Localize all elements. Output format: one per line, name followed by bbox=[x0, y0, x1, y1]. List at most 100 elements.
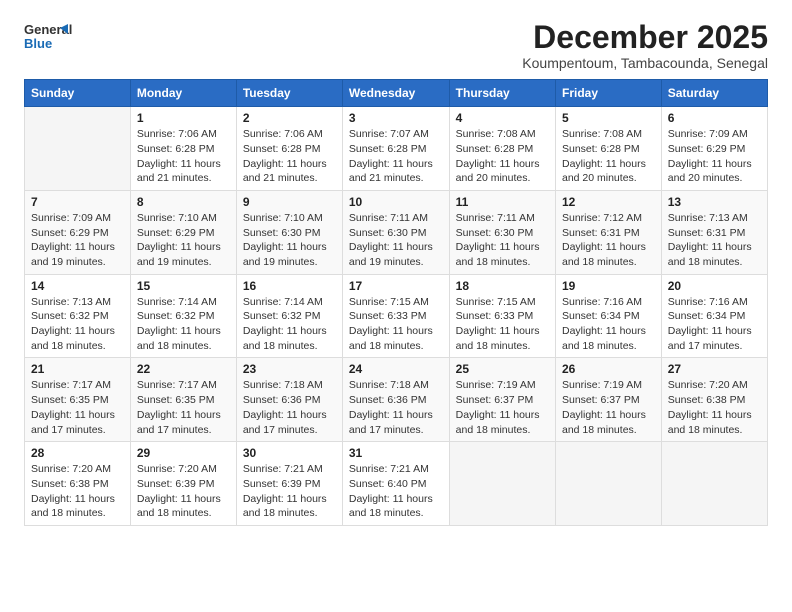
day-number: 26 bbox=[562, 362, 655, 376]
day-info: Sunrise: 7:21 AMSunset: 6:39 PMDaylight:… bbox=[243, 462, 336, 521]
day-number: 20 bbox=[668, 279, 761, 293]
day-cell: 5 Sunrise: 7:08 AMSunset: 6:28 PMDaylight… bbox=[555, 107, 661, 191]
day-cell bbox=[25, 107, 131, 191]
day-cell: 28 Sunrise: 7:20 AMSunset: 6:38 PMDayligh… bbox=[25, 442, 131, 526]
col-header-wednesday: Wednesday bbox=[342, 80, 449, 107]
calendar-table: SundayMondayTuesdayWednesdayThursdayFrid… bbox=[24, 79, 768, 526]
day-cell bbox=[449, 442, 555, 526]
day-number: 1 bbox=[137, 111, 230, 125]
day-info: Sunrise: 7:18 AMSunset: 6:36 PMDaylight:… bbox=[349, 378, 443, 437]
day-info: Sunrise: 7:18 AMSunset: 6:36 PMDaylight:… bbox=[243, 378, 336, 437]
day-cell: 4Sunrise: 7:08 AMSunset: 6:28 PMDaylight… bbox=[449, 107, 555, 191]
col-header-sunday: Sunday bbox=[25, 80, 131, 107]
day-number: 15 bbox=[137, 279, 230, 293]
location: Koumpentoum, Tambacounda, Senegal bbox=[522, 55, 768, 71]
day-cell: 23 Sunrise: 7:18 AMSunset: 6:36 PMDayligh… bbox=[236, 358, 342, 442]
day-info: Sunrise: 7:11 AMSunset: 6:30 PMDaylight:… bbox=[349, 211, 443, 270]
day-info: Sunrise: 7:14 AMSunset: 6:32 PMDaylight:… bbox=[243, 295, 336, 354]
week-row-4: 21 Sunrise: 7:17 AMSunset: 6:35 PMDayligh… bbox=[25, 358, 768, 442]
day-number: 27 bbox=[668, 362, 761, 376]
day-info: Sunrise: 7:20 AMSunset: 6:39 PMDaylight:… bbox=[137, 462, 230, 521]
col-header-saturday: Saturday bbox=[661, 80, 767, 107]
day-cell: 30 Sunrise: 7:21 AMSunset: 6:39 PMDayligh… bbox=[236, 442, 342, 526]
day-cell: 8Sunrise: 7:10 AMSunset: 6:29 PMDaylight… bbox=[130, 190, 236, 274]
day-number: 3 bbox=[349, 111, 443, 125]
day-number: 8 bbox=[137, 195, 230, 209]
day-number: 19 bbox=[562, 279, 655, 293]
day-number: 11 bbox=[456, 195, 549, 209]
day-number: 30 bbox=[243, 446, 336, 460]
day-cell: 26Sunrise: 7:19 AMSunset: 6:37 PMDayligh… bbox=[555, 358, 661, 442]
day-number: 16 bbox=[243, 279, 336, 293]
day-cell: 18Sunrise: 7:15 AMSunset: 6:33 PMDayligh… bbox=[449, 274, 555, 358]
day-cell: 7 Sunrise: 7:09 AMSunset: 6:29 PMDaylight… bbox=[25, 190, 131, 274]
month-title: December 2025 bbox=[522, 20, 768, 55]
day-cell: 24 Sunrise: 7:18 AMSunset: 6:36 PMDayligh… bbox=[342, 358, 449, 442]
day-info: Sunrise: 7:17 AMSunset: 6:35 PMDaylight:… bbox=[31, 378, 124, 437]
day-cell: 3Sunrise: 7:07 AMSunset: 6:28 PMDaylight… bbox=[342, 107, 449, 191]
day-number: 21 bbox=[31, 362, 124, 376]
day-cell: 9 Sunrise: 7:10 AMSunset: 6:30 PMDaylight… bbox=[236, 190, 342, 274]
day-info: Sunrise: 7:09 AMSunset: 6:29 PMDaylight:… bbox=[31, 211, 124, 270]
day-number: 2 bbox=[243, 111, 336, 125]
page-header: General Blue December 2025 Koumpentoum, … bbox=[24, 20, 768, 71]
day-cell bbox=[661, 442, 767, 526]
day-number: 6 bbox=[668, 111, 761, 125]
logo-icon: General Blue bbox=[24, 20, 72, 52]
col-header-thursday: Thursday bbox=[449, 80, 555, 107]
day-info: Sunrise: 7:15 AMSunset: 6:33 PMDaylight:… bbox=[349, 295, 443, 354]
day-cell: 20Sunrise: 7:16 AMSunset: 6:34 PMDayligh… bbox=[661, 274, 767, 358]
day-number: 14 bbox=[31, 279, 124, 293]
day-cell: 13 Sunrise: 7:13 AMSunset: 6:31 PMDayligh… bbox=[661, 190, 767, 274]
day-number: 5 bbox=[562, 111, 655, 125]
day-number: 7 bbox=[31, 195, 124, 209]
day-info: Sunrise: 7:14 AMSunset: 6:32 PMDaylight:… bbox=[137, 295, 230, 354]
day-info: Sunrise: 7:20 AMSunset: 6:38 PMDaylight:… bbox=[668, 378, 761, 437]
svg-text:Blue: Blue bbox=[24, 36, 52, 51]
day-number: 22 bbox=[137, 362, 230, 376]
day-number: 25 bbox=[456, 362, 549, 376]
day-cell: 15 Sunrise: 7:14 AMSunset: 6:32 PMDayligh… bbox=[130, 274, 236, 358]
day-info: Sunrise: 7:20 AMSunset: 6:38 PMDaylight:… bbox=[31, 462, 124, 521]
col-header-monday: Monday bbox=[130, 80, 236, 107]
week-row-3: 14 Sunrise: 7:13 AMSunset: 6:32 PMDayligh… bbox=[25, 274, 768, 358]
day-info: Sunrise: 7:08 AMSunset: 6:28 PMDaylight:… bbox=[562, 127, 655, 186]
day-number: 24 bbox=[349, 362, 443, 376]
day-number: 23 bbox=[243, 362, 336, 376]
day-number: 13 bbox=[668, 195, 761, 209]
day-cell: 29 Sunrise: 7:20 AMSunset: 6:39 PMDayligh… bbox=[130, 442, 236, 526]
day-number: 31 bbox=[349, 446, 443, 460]
day-number: 4 bbox=[456, 111, 549, 125]
title-block: December 2025 Koumpentoum, Tambacounda, … bbox=[522, 20, 768, 71]
week-row-5: 28 Sunrise: 7:20 AMSunset: 6:38 PMDayligh… bbox=[25, 442, 768, 526]
col-header-friday: Friday bbox=[555, 80, 661, 107]
day-cell: 25 Sunrise: 7:19 AMSunset: 6:37 PMDayligh… bbox=[449, 358, 555, 442]
day-info: Sunrise: 7:16 AMSunset: 6:34 PMDaylight:… bbox=[562, 295, 655, 354]
day-info: Sunrise: 7:19 AMSunset: 6:37 PMDaylight:… bbox=[456, 378, 549, 437]
logo: General Blue bbox=[24, 20, 72, 52]
day-number: 28 bbox=[31, 446, 124, 460]
day-number: 29 bbox=[137, 446, 230, 460]
day-cell: 21 Sunrise: 7:17 AMSunset: 6:35 PMDayligh… bbox=[25, 358, 131, 442]
day-cell: 10Sunrise: 7:11 AMSunset: 6:30 PMDayligh… bbox=[342, 190, 449, 274]
col-header-tuesday: Tuesday bbox=[236, 80, 342, 107]
day-cell: 19 Sunrise: 7:16 AMSunset: 6:34 PMDayligh… bbox=[555, 274, 661, 358]
day-info: Sunrise: 7:11 AMSunset: 6:30 PMDaylight:… bbox=[456, 211, 549, 270]
day-cell: 1Sunrise: 7:06 AMSunset: 6:28 PMDaylight… bbox=[130, 107, 236, 191]
day-info: Sunrise: 7:13 AMSunset: 6:31 PMDaylight:… bbox=[668, 211, 761, 270]
calendar-header-row: SundayMondayTuesdayWednesdayThursdayFrid… bbox=[25, 80, 768, 107]
day-info: Sunrise: 7:10 AMSunset: 6:30 PMDaylight:… bbox=[243, 211, 336, 270]
calendar-body: 1 Sunrise: 7:06 AMSunset: 6:28 PMDaylight… bbox=[25, 107, 768, 526]
day-cell: 17 Sunrise: 7:15 AMSunset: 6:33 PMDayligh… bbox=[342, 274, 449, 358]
day-number: 9 bbox=[243, 195, 336, 209]
day-info: Sunrise: 7:06 AMSunset: 6:28 PMDaylight:… bbox=[243, 127, 336, 186]
day-info: Sunrise: 7:09 AMSunset: 6:29 PMDaylight:… bbox=[668, 127, 761, 186]
day-cell: 16 Sunrise: 7:14 AMSunset: 6:32 PMDayligh… bbox=[236, 274, 342, 358]
day-number: 18 bbox=[456, 279, 549, 293]
day-cell: 22Sunrise: 7:17 AMSunset: 6:35 PMDayligh… bbox=[130, 358, 236, 442]
day-cell bbox=[555, 442, 661, 526]
day-info: Sunrise: 7:12 AMSunset: 6:31 PMDaylight:… bbox=[562, 211, 655, 270]
day-number: 17 bbox=[349, 279, 443, 293]
day-cell: 2 Sunrise: 7:06 AMSunset: 6:28 PMDaylight… bbox=[236, 107, 342, 191]
day-info: Sunrise: 7:13 AMSunset: 6:32 PMDaylight:… bbox=[31, 295, 124, 354]
